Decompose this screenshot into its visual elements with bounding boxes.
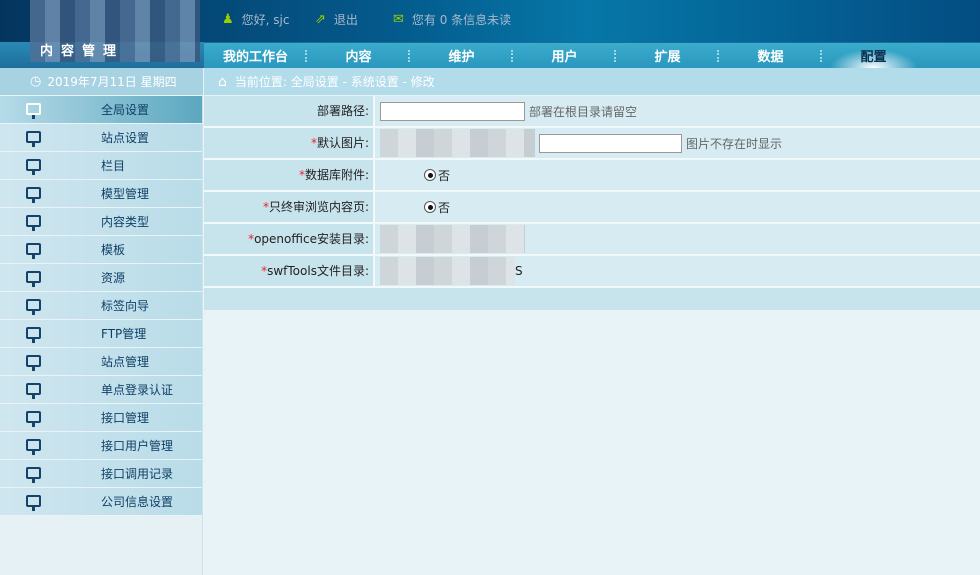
sidebar-item-label: 模板 — [101, 243, 126, 257]
form-row-final-review: *只终审浏览内容页: 否 — [204, 192, 980, 224]
greeting: ♟ 您好, sjc — [222, 11, 289, 28]
sidebar-item-site-management[interactable]: 站点管理 — [0, 348, 202, 376]
sidebar-item-global-settings[interactable]: 全局设置 — [0, 96, 202, 124]
monitor-icon — [26, 411, 41, 427]
radio-label: 否 — [438, 200, 451, 215]
sidebar-item-label: 全局设置 — [101, 103, 150, 117]
sidebar-item-label: 接口用户管理 — [101, 439, 174, 453]
breadcrumb: ⌂ 当前位置: 全局设置 - 系统设置 - 修改 — [204, 68, 980, 95]
sidebar-item-site-settings[interactable]: 站点设置 — [0, 124, 202, 152]
form-row-default-image: *默认图片: 图片不存在时显示 — [204, 128, 980, 160]
nav-users[interactable]: 用户 — [513, 46, 616, 65]
form-row-db-attachment: *数据库附件: 否 — [204, 160, 980, 192]
breadcrumb-text: 当前位置: 全局设置 - 系统设置 - 修改 — [234, 75, 435, 89]
nav-maintenance[interactable]: 维护 — [410, 46, 513, 65]
monitor-icon — [26, 131, 41, 147]
sidebar-item-tag-wizard[interactable]: 标签向导 — [0, 292, 202, 320]
default-image-hint: 图片不存在时显示 — [686, 136, 783, 151]
radio-selected-icon[interactable] — [424, 201, 436, 213]
default-image-label: 默认图片: — [316, 136, 369, 150]
nav-extensions[interactable]: 扩展 — [616, 46, 719, 65]
form-row-deploy-path: 部署路径: 部署在根目录请留空 — [204, 96, 980, 128]
messages-link[interactable]: ✉ 您有 0 条信息未读 — [393, 11, 511, 28]
monitor-icon — [26, 299, 41, 315]
home-icon: ⌂ — [218, 73, 227, 90]
nav-data[interactable]: 数据 — [719, 46, 822, 65]
messages-text[interactable]: 您有 0 条信息未读 — [412, 11, 511, 28]
sidebar-item-label: 单点登录认证 — [101, 383, 174, 397]
sidebar-item-label: 标签向导 — [101, 299, 150, 313]
swftools-label: swfTools文件目录: — [267, 264, 369, 278]
sidebar-item-label: 资源 — [101, 271, 126, 285]
logout-link[interactable]: ⇗ 退出 — [315, 11, 358, 28]
radio-selected-icon[interactable] — [424, 169, 436, 181]
form-row-openoffice: *openoffice安装目录: — [204, 224, 980, 256]
sidebar-item-label: 接口调用记录 — [101, 467, 174, 481]
nav-workbench[interactable]: 我的工作台 — [204, 46, 307, 65]
sidebar-item-models[interactable]: 模型管理 — [0, 180, 202, 208]
sidebar-item-sso[interactable]: 单点登录认证 — [0, 376, 202, 404]
sidebar-item-templates[interactable]: 模板 — [0, 236, 202, 264]
swftools-input-redacted[interactable] — [380, 257, 515, 285]
deploy-path-label: 部署路径: — [204, 96, 375, 126]
form-row-swftools: *swfTools文件目录: S — [204, 256, 980, 288]
settings-form: 部署路径: 部署在根目录请留空 *默认图片: 图片不存在时显示 *数据库附件: … — [204, 96, 980, 310]
monitor-icon — [26, 355, 41, 371]
monitor-icon — [26, 495, 41, 511]
sidebar-item-label: 接口管理 — [101, 411, 150, 425]
clock-icon: ◷ — [30, 74, 42, 89]
sidebar-item-resources[interactable]: 资源 — [0, 264, 202, 292]
monitor-icon — [26, 271, 41, 287]
redacted-region — [380, 129, 535, 157]
monitor-icon — [26, 103, 41, 119]
date-bar: ◷ 2019年7月11日 星期四 — [0, 68, 203, 95]
sidebar-item-api[interactable]: 接口管理 — [0, 404, 202, 432]
monitor-icon — [26, 439, 41, 455]
deploy-path-input[interactable] — [380, 101, 525, 121]
radio-label: 否 — [438, 168, 451, 183]
sidebar-item-label: 栏目 — [101, 159, 126, 173]
sidebar-item-channels[interactable]: 栏目 — [0, 152, 202, 180]
monitor-icon — [26, 467, 41, 483]
default-image-input[interactable] — [539, 133, 682, 153]
mail-icon: ✉ — [393, 12, 404, 27]
date-text: 2019年7月11日 星期四 — [47, 75, 177, 89]
sidebar-item-label: 内容类型 — [101, 215, 150, 229]
monitor-icon — [26, 159, 41, 175]
sidebar-item-label: 模型管理 — [101, 187, 150, 201]
monitor-icon — [26, 215, 41, 231]
final-review-label: 只终审浏览内容页: — [268, 200, 369, 214]
sidebar-item-label: 站点管理 — [101, 355, 150, 369]
sidebar: 全局设置 站点设置 栏目 模型管理 内容类型 模板 资源 标签向导 FTP管理 … — [0, 96, 203, 575]
nav-content[interactable]: 内容 — [307, 46, 410, 65]
sidebar-item-label: FTP管理 — [101, 327, 147, 341]
sidebar-item-ftp[interactable]: FTP管理 — [0, 320, 202, 348]
final-review-no-radio[interactable]: 否 — [424, 199, 450, 216]
user-icon: ♟ — [222, 12, 234, 27]
logout-icon: ⇗ — [315, 12, 326, 27]
monitor-icon — [26, 383, 41, 399]
openoffice-label: openoffice安装目录: — [254, 232, 369, 246]
monitor-icon — [26, 243, 41, 259]
deploy-path-hint: 部署在根目录请留空 — [529, 104, 638, 119]
monitor-icon — [26, 327, 41, 343]
sidebar-item-label: 公司信息设置 — [101, 495, 174, 509]
sidebar-item-api-logs[interactable]: 接口调用记录 — [0, 460, 202, 488]
nav-config[interactable]: 配置 — [822, 46, 925, 68]
sidebar-item-company-info[interactable]: 公司信息设置 — [0, 488, 202, 516]
greeting-text: 您好, sjc — [241, 13, 290, 27]
logo-text: 内容管理 — [40, 44, 125, 59]
logout-text[interactable]: 退出 — [334, 11, 358, 28]
db-attachment-no-radio[interactable]: 否 — [424, 167, 450, 184]
monitor-icon — [26, 187, 41, 203]
db-attachment-label: 数据库附件: — [304, 168, 369, 182]
sidebar-item-api-users[interactable]: 接口用户管理 — [0, 432, 202, 460]
sidebar-item-content-types[interactable]: 内容类型 — [0, 208, 202, 236]
openoffice-input-redacted[interactable] — [380, 225, 525, 253]
sidebar-item-label: 站点设置 — [101, 131, 150, 145]
swftools-visible-tail: S — [515, 264, 523, 278]
form-footer-row — [204, 288, 980, 310]
